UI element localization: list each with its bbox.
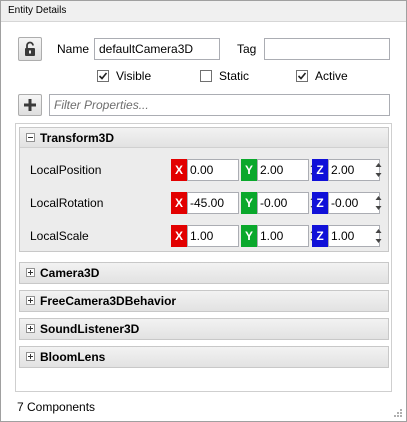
static-checkbox-box[interactable]: [200, 70, 212, 82]
y-axis-badge: Y: [241, 192, 257, 214]
entity-details-panel: Entity Details Name Tag Visible Static: [0, 0, 407, 422]
x-axis-badge: X: [171, 225, 187, 247]
tag-label: Tag: [237, 42, 257, 56]
active-checkbox[interactable]: Active: [296, 68, 348, 84]
components-list: Transform3D LocalPosition X Y Z LocalRot…: [15, 123, 392, 392]
component-count: 7 Components: [17, 400, 96, 414]
static-checkbox[interactable]: Static: [200, 68, 249, 84]
component-title: FreeCamera3DBehavior: [40, 294, 177, 308]
z-spinner[interactable]: [374, 225, 383, 247]
x-value-field[interactable]: [187, 159, 239, 181]
property-label: LocalScale: [30, 229, 89, 243]
checkmark-icon: [297, 72, 307, 80]
expand-icon[interactable]: [26, 352, 35, 361]
name-label: Name: [57, 42, 90, 56]
visible-checkbox-box[interactable]: [97, 70, 109, 82]
expand-icon[interactable]: [26, 268, 35, 277]
component-title: BloomLens: [40, 350, 106, 364]
component-properties: LocalPosition X Y Z LocalRotation X Y: [20, 148, 388, 251]
component-header[interactable]: FreeCamera3DBehavior: [20, 291, 388, 311]
y-axis-badge: Y: [241, 159, 257, 181]
component-title: SoundListener3D: [40, 322, 140, 336]
active-label: Active: [315, 69, 348, 83]
z-axis-badge: Z: [312, 159, 328, 181]
y-value-field[interactable]: [257, 225, 309, 247]
x-value-field[interactable]: [187, 192, 239, 214]
add-component-button[interactable]: [18, 94, 42, 116]
expand-icon[interactable]: [26, 296, 35, 305]
tag-field[interactable]: [264, 38, 390, 60]
visible-checkbox[interactable]: Visible: [97, 68, 151, 84]
component-title: Transform3D: [40, 131, 115, 145]
z-value-field[interactable]: [328, 225, 380, 247]
z-axis-badge: Z: [312, 192, 328, 214]
component-camera3d: Camera3D: [19, 262, 389, 284]
resize-grip-icon[interactable]: [393, 408, 403, 418]
property-label: LocalPosition: [30, 163, 102, 177]
y-value-field[interactable]: [257, 159, 309, 181]
z-value-field[interactable]: [328, 192, 380, 214]
panel-content: Name Tag Visible Static Active: [1, 22, 406, 421]
unlock-icon: [25, 41, 35, 56]
visible-label: Visible: [116, 69, 152, 83]
y-value-field[interactable]: [257, 192, 309, 214]
filter-properties-input[interactable]: [49, 94, 390, 116]
panel-title-bar[interactable]: Entity Details: [1, 1, 406, 22]
component-header[interactable]: Camera3D: [20, 263, 388, 283]
static-label: Static: [219, 69, 250, 83]
component-header[interactable]: Transform3D: [20, 128, 388, 148]
component-freecamera3dbehavior: FreeCamera3DBehavior: [19, 290, 389, 312]
z-value-field[interactable]: [328, 159, 380, 181]
component-bloomlens: BloomLens: [19, 346, 389, 368]
x-axis-badge: X: [171, 192, 187, 214]
x-axis-badge: X: [171, 159, 187, 181]
component-header[interactable]: BloomLens: [20, 347, 388, 367]
active-checkbox-box[interactable]: [296, 70, 308, 82]
z-spinner[interactable]: [374, 159, 383, 181]
z-spinner[interactable]: [374, 192, 383, 214]
component-header[interactable]: SoundListener3D: [20, 319, 388, 339]
panel-title: Entity Details: [8, 5, 67, 16]
lock-button[interactable]: [18, 37, 42, 61]
expand-icon[interactable]: [26, 324, 35, 333]
x-value-field[interactable]: [187, 225, 239, 247]
collapse-icon[interactable]: [26, 133, 35, 142]
component-title: Camera3D: [40, 266, 100, 280]
checkmark-icon: [98, 72, 108, 80]
z-axis-badge: Z: [312, 225, 328, 247]
component-soundlistener3d: SoundListener3D: [19, 318, 389, 340]
property-label: LocalRotation: [30, 196, 104, 210]
component-transform3d: Transform3D LocalPosition X Y Z LocalRot…: [19, 127, 389, 252]
y-axis-badge: Y: [241, 225, 257, 247]
plus-icon: [24, 99, 36, 111]
name-field[interactable]: [94, 38, 220, 60]
